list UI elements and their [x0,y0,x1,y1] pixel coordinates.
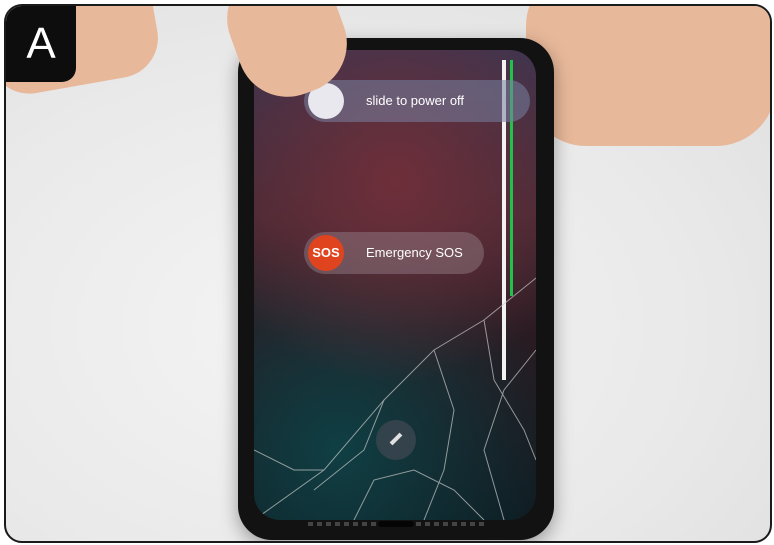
charging-port [378,521,414,527]
phone-device: slide to power off SOS Emergency SOS [238,38,554,540]
phone-screen: slide to power off SOS Emergency SOS [254,50,536,520]
right-hand [526,6,770,146]
photo-frame: slide to power off SOS Emergency SOS A [4,4,772,543]
step-letter-badge: A [6,6,76,82]
screen-cracks [254,277,536,520]
